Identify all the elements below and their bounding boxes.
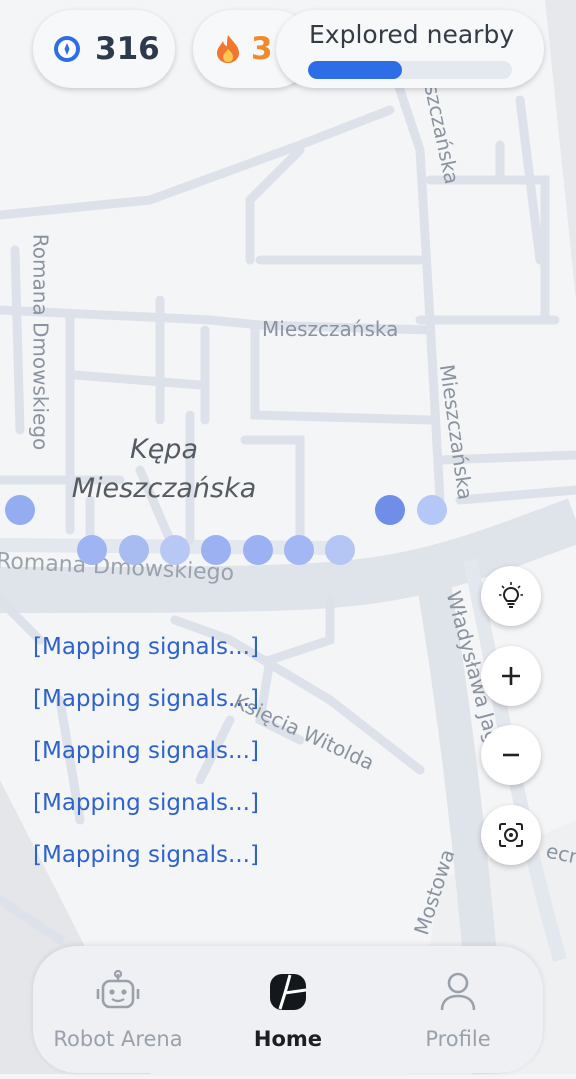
nav-item-robot-arena[interactable]: Robot Arena <box>43 946 193 1073</box>
nav-label: Profile <box>425 1027 491 1051</box>
explore-progress-fill <box>308 61 402 79</box>
explore-progress-bar <box>308 61 512 79</box>
zoom-in-button[interactable] <box>481 646 541 706</box>
person-icon <box>440 972 476 1011</box>
mapping-signal-text: [Mapping signals...] <box>33 738 259 764</box>
lightbulb-icon <box>499 582 523 608</box>
mapping-signal-text: [Mapping signals...] <box>33 790 259 816</box>
explored-nearby-title: Explored nearby <box>309 20 515 49</box>
hint-button[interactable] <box>481 566 541 626</box>
streak-value: 3 <box>251 31 273 67</box>
mapping-signal-text: [Mapping signals...] <box>33 842 259 868</box>
points-pill[interactable]: 316 <box>33 10 175 88</box>
explored-nearby-card[interactable]: Explored nearby <box>276 10 544 88</box>
plus-icon <box>502 667 520 685</box>
signal-dot[interactable] <box>325 535 355 565</box>
bottom-navigation: Robot Arena Home Profile <box>33 946 543 1073</box>
map-icon <box>270 974 307 1010</box>
compass-badge-icon <box>54 36 80 62</box>
minus-icon <box>503 753 519 757</box>
nav-item-profile[interactable]: Profile <box>393 946 523 1073</box>
signal-dot[interactable] <box>375 495 405 525</box>
nav-item-home[interactable]: Home <box>218 946 358 1073</box>
street-label: Romana Dmowskiego <box>28 233 53 451</box>
signal-dot[interactable] <box>284 535 314 565</box>
nav-label: Home <box>253 1027 323 1051</box>
signal-dot[interactable] <box>119 535 149 565</box>
district-label-line1: Kępa <box>129 434 198 465</box>
district-label: Kępa Mieszczańska <box>54 430 274 508</box>
signal-dot[interactable] <box>243 535 273 565</box>
nav-label: Robot Arena <box>53 1027 183 1051</box>
signal-dot[interactable] <box>417 495 447 525</box>
district-label-line2: Mieszczańska <box>71 473 257 504</box>
zoom-out-button[interactable] <box>481 725 541 785</box>
mapping-signal-text: [Mapping signals...] <box>33 634 259 660</box>
locate-target-icon <box>499 823 523 847</box>
signal-dot[interactable] <box>201 535 231 565</box>
street-label: Mieszczańska <box>262 317 399 341</box>
robot-icon <box>96 970 140 1009</box>
signal-dot[interactable] <box>160 535 190 565</box>
mapping-signal-text: [Mapping signals...] <box>33 686 259 712</box>
signal-dot[interactable] <box>5 495 35 525</box>
map-canvas[interactable]: Mieszczańska Mieszczańska Mieszczańska R… <box>0 0 576 1076</box>
points-value: 316 <box>95 31 160 67</box>
locate-button[interactable] <box>481 805 541 865</box>
signal-dot[interactable] <box>77 535 107 565</box>
flame-icon <box>217 35 239 63</box>
